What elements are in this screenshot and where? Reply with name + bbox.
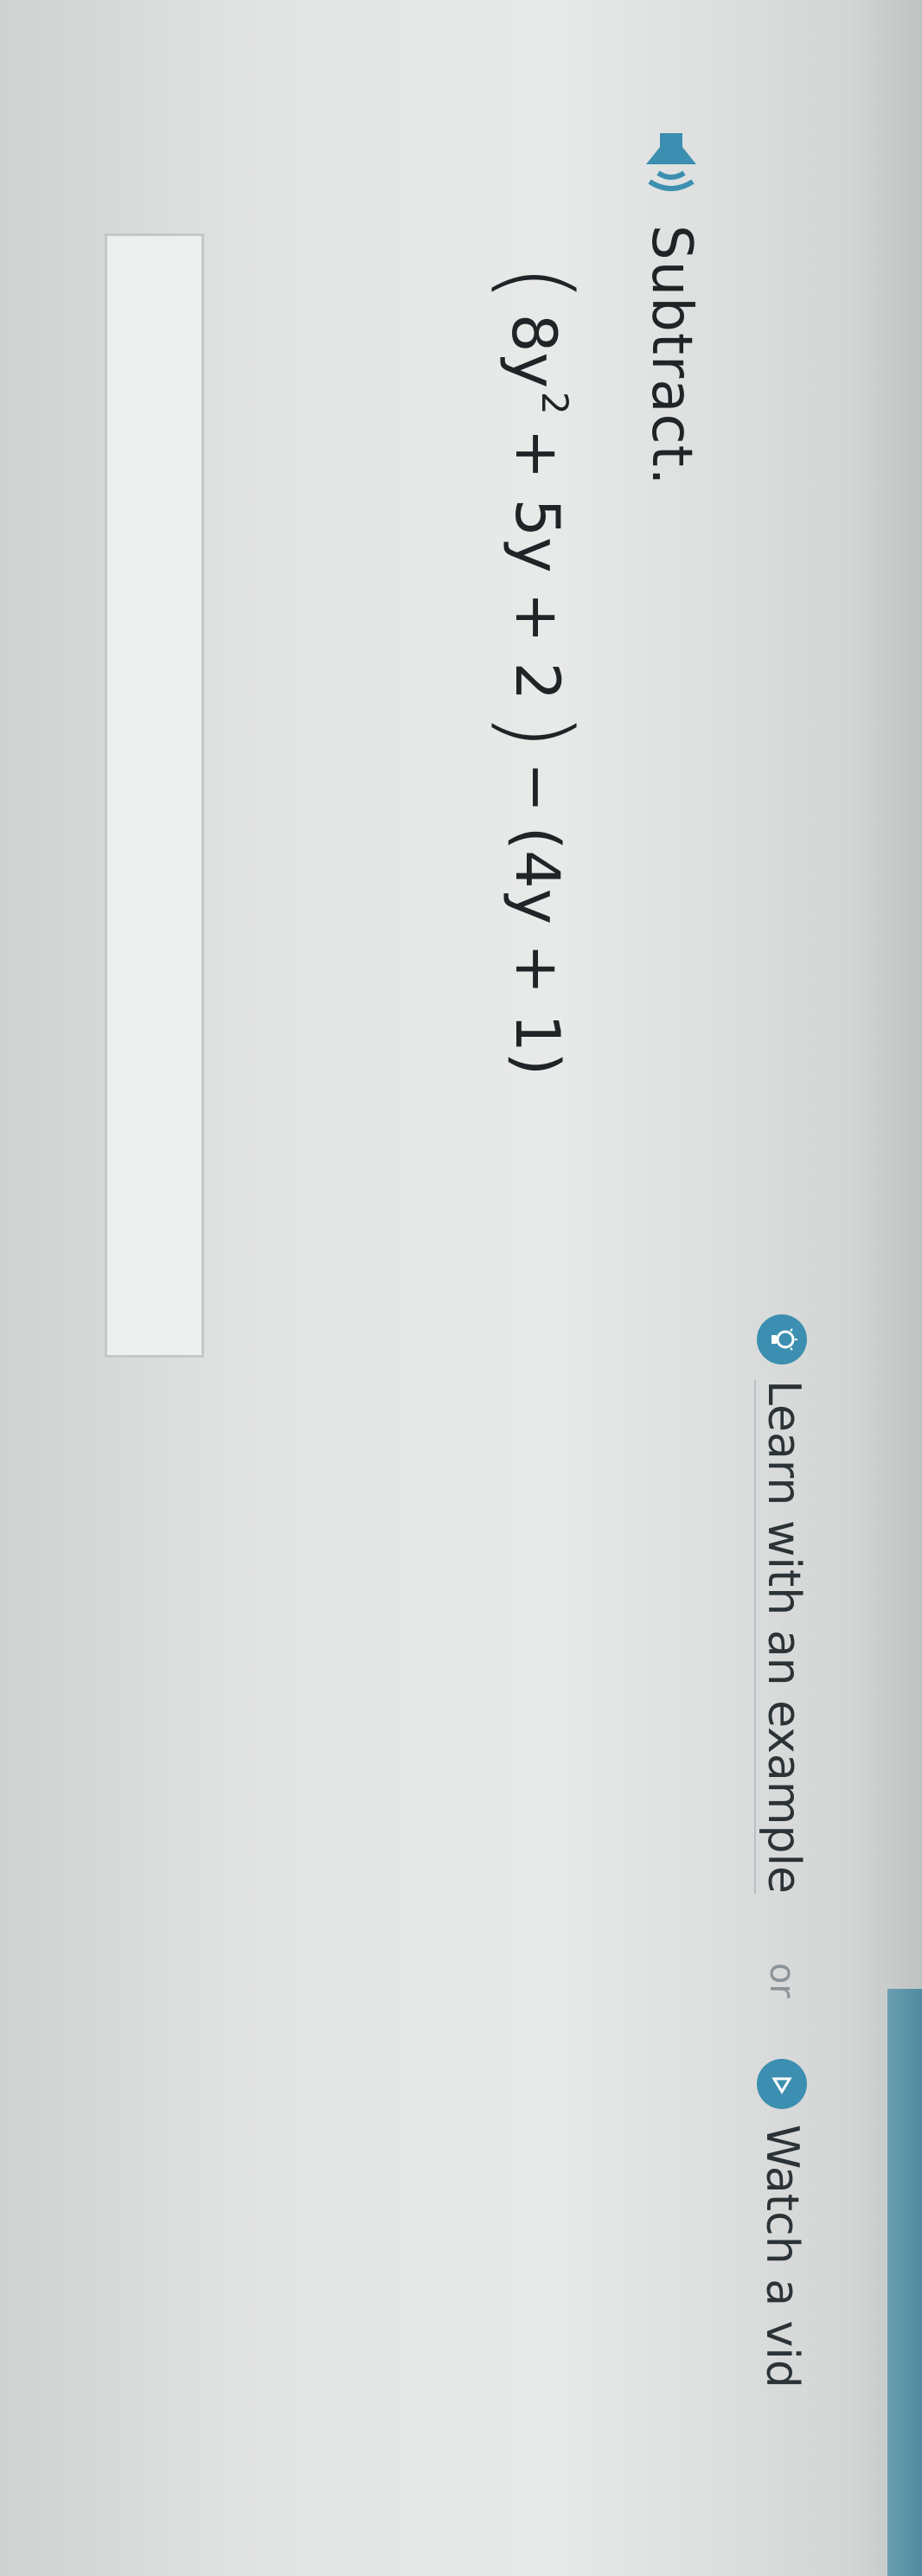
lightbulb-icon[interactable]	[757, 1314, 807, 1365]
close-paren: )	[482, 713, 592, 751]
or-separator: or	[762, 1962, 802, 1998]
page: Learn with an example or Watch a vid Sub…	[0, 0, 922, 2576]
prompt-text: Subtract.	[639, 225, 703, 487]
learn-with-example-link[interactable]: Learn with an example	[754, 1380, 810, 1894]
term-8y-squared: 8y2	[498, 314, 576, 415]
rotated-content: Learn with an example or Watch a vid Sub…	[0, 0, 922, 2576]
term1-base: 8y	[498, 313, 569, 388]
speaker-icon[interactable]	[637, 130, 706, 199]
second-polynomial: (4y + 1)	[502, 826, 573, 1077]
answer-input[interactable]	[105, 233, 204, 1358]
play-icon[interactable]	[757, 2058, 807, 2109]
minus-operator: −	[502, 762, 573, 813]
term-rest: + 5y + 2	[502, 428, 573, 701]
watch-video-link[interactable]: Watch a vid	[756, 2125, 808, 2388]
open-paren: (	[482, 265, 592, 302]
math-expression: ( 8y2 + 5y + 2 ) − (4y + 1)	[482, 259, 592, 1083]
term1-exponent: 2	[534, 391, 576, 415]
help-options: Learn with an example or Watch a vid	[754, 1314, 810, 2388]
question-prompt: Subtract.	[637, 130, 706, 486]
